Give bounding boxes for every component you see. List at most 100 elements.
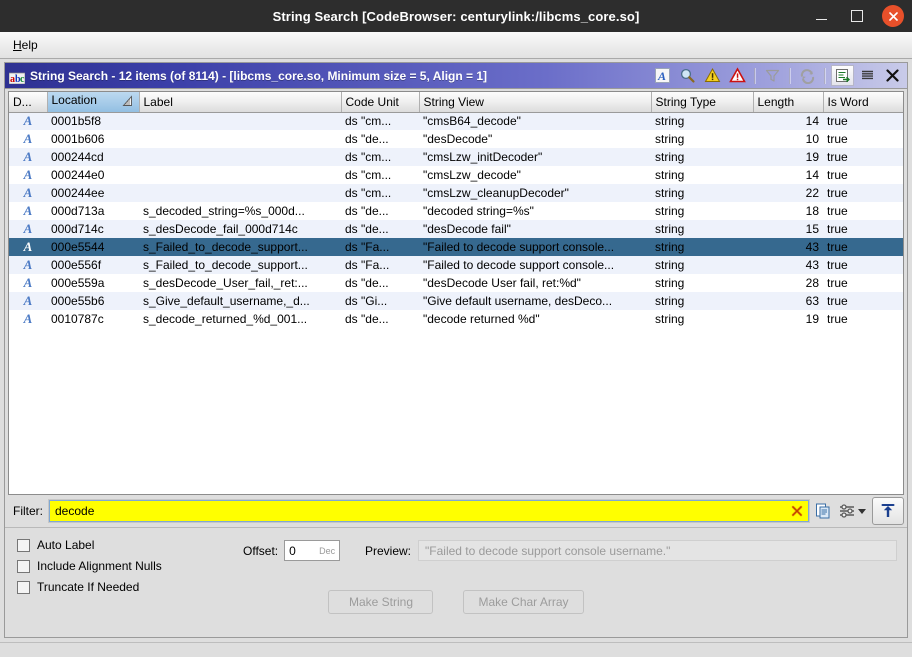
table-row[interactable]: A 000244e0 ds "cm... "cmsLzw_decode" string 1… [9,166,903,184]
menu-help[interactable]: Help [8,36,43,54]
cell-is_word: true [823,292,903,310]
cell-code_unit: ds "de... [341,202,419,220]
offset-group: Offset: 0 Dec [243,540,341,561]
cell-location: 0001b606 [47,130,139,148]
panel-title: String Search - 12 items (of 8114) - [li… [30,68,488,83]
panel-titlebar: a b c String Search - 12 items (of 8114)… [5,63,907,89]
cell-string_view: "Give default username, desDeco... [419,292,651,310]
collapse-up-arrow-icon[interactable] [872,497,904,525]
cell-location: 000244e0 [47,166,139,184]
column-header-code_unit[interactable]: Code Unit [341,92,420,113]
close-panel-icon[interactable] [881,65,904,86]
table-row[interactable]: A 000d714c s_desDecode_fail_000d714c ds "de… [9,220,903,238]
column-header-label[interactable]: Label [139,92,342,113]
panel-toolbar: A [650,64,905,87]
cell-label [139,184,341,202]
cell-length: 14 [753,112,823,130]
table-header-row: D... Location Label Code Unit String View Str… [9,92,903,113]
cell-defined: A [9,274,47,292]
svg-text:A: A [657,69,666,83]
table-row[interactable]: A 0001b5f8 ds "cm... "cmsB64_decode" string 1… [9,112,903,130]
table-row[interactable]: A 000244cd ds "cm... "cmsLzw_initDecoder" st… [9,148,903,166]
strings-table-container[interactable]: D... Location Label Code Unit String View Str… [8,91,904,495]
filter-copy-icon[interactable] [812,500,834,522]
table-row[interactable]: A 000e556f s_Failed_to_decode_support... ds… [9,256,903,274]
string-type-icon: A [23,167,33,182]
maximize-button[interactable] [846,5,868,27]
filter-options-icon[interactable] [837,500,857,522]
column-header-string_view[interactable]: String View [419,92,652,113]
checkbox-box[interactable] [17,538,30,552]
cell-location: 000e5544 [47,238,139,256]
cell-string_view: "cmsLzw_initDecoder" [419,148,651,166]
cell-string_type: string [651,112,753,130]
table-row[interactable]: A 0010787c s_decode_returned_%d_001... ds "… [9,310,903,328]
column-header-length[interactable]: Length [753,92,824,113]
options-checkbox-group: Auto Label Include Alignment Nulls Truncat… [17,538,162,594]
table-row[interactable]: A 000244ee ds "cm... "cmsLzw_cleanupDecoder… [9,184,903,202]
filter-funnel-icon[interactable] [761,65,784,86]
cell-string_type: string [651,238,753,256]
warning-triangle-icon[interactable] [701,65,724,86]
checkbox-include-alignment-nulls[interactable]: Include Alignment Nulls [17,559,162,573]
cell-length: 15 [753,220,823,238]
menu-lines-icon[interactable] [856,65,879,86]
cell-label: s_Failed_to_decode_support... [139,238,341,256]
cell-string_type: string [651,148,753,166]
table-row[interactable]: A 000d713a s_decoded_string=%s_000d... ds "… [9,202,903,220]
table-body: A 0001b5f8 ds "cm... "cmsB64_decode" string 1… [9,112,903,328]
cell-defined: A [9,310,47,328]
toggle-font-icon[interactable]: A [651,65,674,86]
string-type-icon: A [23,113,33,129]
cell-location: 0001b5f8 [47,112,139,130]
table-row[interactable]: A 0001b606 ds "de... "desDecode" string 10 tru… [9,130,903,148]
refresh-icon[interactable] [796,65,819,86]
cell-string_type: string [651,292,753,310]
column-header-label: String View [423,94,484,109]
filter-input[interactable] [55,504,790,518]
minimize-button[interactable] [810,5,832,27]
close-window-button[interactable] [882,5,904,27]
search-magnifier-icon[interactable] [676,65,699,86]
cell-string_type: string [651,256,753,274]
table-row[interactable]: A 000e55b6 s_Give_default_username,_d... ds… [9,292,903,310]
preview-value: "Failed to decode support console userna… [418,540,897,561]
string-type-icon: A [23,185,33,200]
strings-table: D... Location Label Code Unit String View Str… [9,92,903,328]
cell-string_view: "decoded string=%s" [419,202,651,220]
cell-location: 000e556f [47,256,139,274]
cell-code_unit: ds "cm... [341,184,419,202]
table-row[interactable]: A 000e5544 s_Failed_to_decode_support... ds… [9,238,903,256]
column-header-label: Location [51,93,97,108]
chevron-down-icon[interactable] [858,508,866,514]
table-empty-space[interactable] [9,328,903,494]
make-selection-icon[interactable] [831,65,854,86]
checkbox-label: Auto Label [37,538,95,552]
checkbox-box[interactable] [17,559,30,573]
clear-x-icon[interactable] [790,504,804,518]
make-string-button: Make String [328,590,434,614]
column-header-is_word[interactable]: Is Word [823,92,903,113]
cell-code_unit: ds "de... [341,310,419,328]
cell-is_word: true [823,184,903,202]
offset-field[interactable]: 0 Dec [284,540,341,561]
column-header-defined[interactable]: D... [9,92,48,113]
error-triangle-icon[interactable] [726,65,749,86]
checkbox-auto-label[interactable]: Auto Label [17,538,162,552]
cell-string_view: "desDecode fail" [419,220,651,238]
cell-label: s_desDecode_fail_000d714c [139,220,341,238]
table-row[interactable]: A 000e559a s_desDecode_User_fail,_ret:... d… [9,274,903,292]
table-header: D... Location Label Code Unit String View Str… [9,92,903,113]
column-header-location[interactable]: Location [47,92,140,113]
string-type-icon: A [23,149,33,164]
column-header-string_type[interactable]: String Type [651,92,754,113]
filter-input-wrapper[interactable] [48,499,810,523]
cell-defined: A [9,202,47,220]
cell-is_word: true [823,238,903,256]
cell-length: 28 [753,274,823,292]
column-header-label: Is Word [827,94,869,109]
cell-length: 19 [753,148,823,166]
string-type-icon: A [23,257,33,272]
string-search-window: String Search [CodeBrowser: centurylink:… [0,0,912,657]
cell-location: 000d713a [47,202,139,220]
